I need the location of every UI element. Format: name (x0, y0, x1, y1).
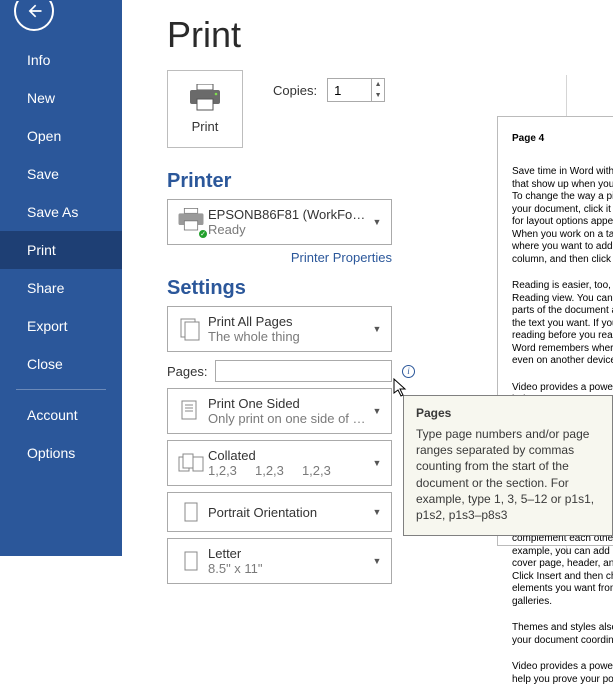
sidebar-item-label: Open (27, 128, 61, 144)
sidebar-item-saveas[interactable]: Save As (0, 193, 122, 231)
chevron-down-icon: ▼ (369, 406, 385, 416)
sidebar-item-info[interactable]: Info (0, 41, 122, 79)
page-title: Print (167, 14, 593, 56)
printer-name: EPSONB86F81 (WorkForce 8... (208, 207, 369, 222)
sidebar-item-label: Account (27, 407, 78, 423)
settings-heading: Settings (167, 277, 246, 300)
back-arrow-icon (24, 1, 44, 21)
print-scope-title: Print All Pages (208, 314, 369, 329)
printer-heading: Printer (167, 170, 231, 193)
copies-input[interactable]: 1 ▲ ▼ (327, 78, 385, 102)
chevron-down-icon: ▼ (369, 556, 385, 566)
print-button-label: Print (192, 119, 219, 134)
sidebar-item-label: Export (27, 318, 67, 334)
copies-value: 1 (328, 83, 371, 98)
sidebar-item-label: Options (27, 445, 75, 461)
printer-status: Ready (208, 222, 369, 237)
chevron-down-icon: ▼ (369, 458, 385, 468)
sidebar-item-print[interactable]: Print (0, 231, 122, 269)
sidebar-item-label: Info (27, 52, 50, 68)
pages-label: Pages: (167, 364, 207, 379)
printer-dropdown[interactable]: ✓ EPSONB86F81 (WorkForce 8... Ready ▼ (167, 199, 392, 245)
one-sided-icon (174, 398, 208, 424)
printer-large-icon (187, 84, 223, 112)
sidebar-item-label: Save As (27, 204, 78, 220)
tooltip-title: Pages (416, 406, 600, 420)
pages-info-icon[interactable]: i (402, 365, 415, 378)
sided-dropdown[interactable]: Print One Sided Only print on one side o… (167, 388, 392, 434)
orientation-title: Portrait Orientation (208, 505, 369, 520)
copies-label: Copies: (273, 83, 317, 98)
preview-paragraph: Video provides a powerful way to help yo… (512, 661, 613, 686)
portrait-icon (174, 500, 208, 524)
orientation-dropdown[interactable]: Portrait Orientation ▼ (167, 492, 392, 532)
collate-title: Collated (208, 448, 369, 463)
sidebar-separator (16, 389, 106, 390)
sided-sub: Only print on one side of th... (208, 411, 369, 426)
paper-size-icon (174, 549, 208, 573)
preview-page-label: Page 4 (512, 133, 613, 144)
tooltip-body: Type page numbers and/or page ranges sep… (416, 426, 600, 523)
sided-title: Print One Sided (208, 396, 369, 411)
pages-input[interactable] (215, 360, 392, 382)
preview-paragraph: Save time in Word with new buttons that … (512, 166, 613, 266)
sidebar-item-open[interactable]: Open (0, 117, 122, 155)
preview-paragraph: Themes and styles also help keep your do… (512, 622, 613, 647)
sidebar-item-save[interactable]: Save (0, 155, 122, 193)
paper-title: Letter (208, 546, 369, 561)
pages-tooltip: Pages Type page numbers and/or page rang… (403, 395, 613, 536)
pages-icon (174, 316, 208, 342)
sidebar-item-label: New (27, 90, 55, 106)
collate-sub: 1,2,3 1,2,3 1,2,3 (208, 463, 369, 478)
printer-properties-link[interactable]: Printer Properties (291, 250, 392, 265)
chevron-down-icon: ▼ (369, 507, 385, 517)
ready-check-icon: ✓ (198, 229, 208, 239)
paper-dropdown[interactable]: Letter 8.5" x 11" ▼ (167, 538, 392, 584)
preview-paragraph: Reading is easier, too, in the new Readi… (512, 280, 613, 368)
sidebar-item-account[interactable]: Account (0, 396, 122, 434)
sidebar-item-label: Share (27, 280, 64, 296)
back-button[interactable] (14, 0, 54, 31)
print-button[interactable]: Print (167, 70, 243, 148)
sidebar-item-label: Save (27, 166, 59, 182)
printer-icon: ✓ (176, 208, 206, 237)
paper-sub: 8.5" x 11" (208, 561, 369, 576)
collate-dropdown[interactable]: Collated 1,2,3 1,2,3 1,2,3 ▼ (167, 440, 392, 486)
collate-icon (174, 451, 208, 475)
sidebar-item-share[interactable]: Share (0, 269, 122, 307)
chevron-down-icon: ▼ (369, 217, 385, 227)
print-scope-sub: The whole thing (208, 329, 369, 344)
copies-decrement[interactable]: ▼ (371, 90, 384, 101)
sidebar-item-new[interactable]: New (0, 79, 122, 117)
sidebar-item-label: Print (27, 242, 56, 258)
sidebar-item-label: Close (27, 356, 63, 372)
print-scope-dropdown[interactable]: Print All Pages The whole thing ▼ (167, 306, 392, 352)
sidebar-item-options[interactable]: Options (0, 434, 122, 472)
copies-increment[interactable]: ▲ (371, 79, 384, 90)
sidebar-item-close[interactable]: Close (0, 345, 122, 383)
sidebar-item-export[interactable]: Export (0, 307, 122, 345)
chevron-down-icon: ▼ (369, 324, 385, 334)
